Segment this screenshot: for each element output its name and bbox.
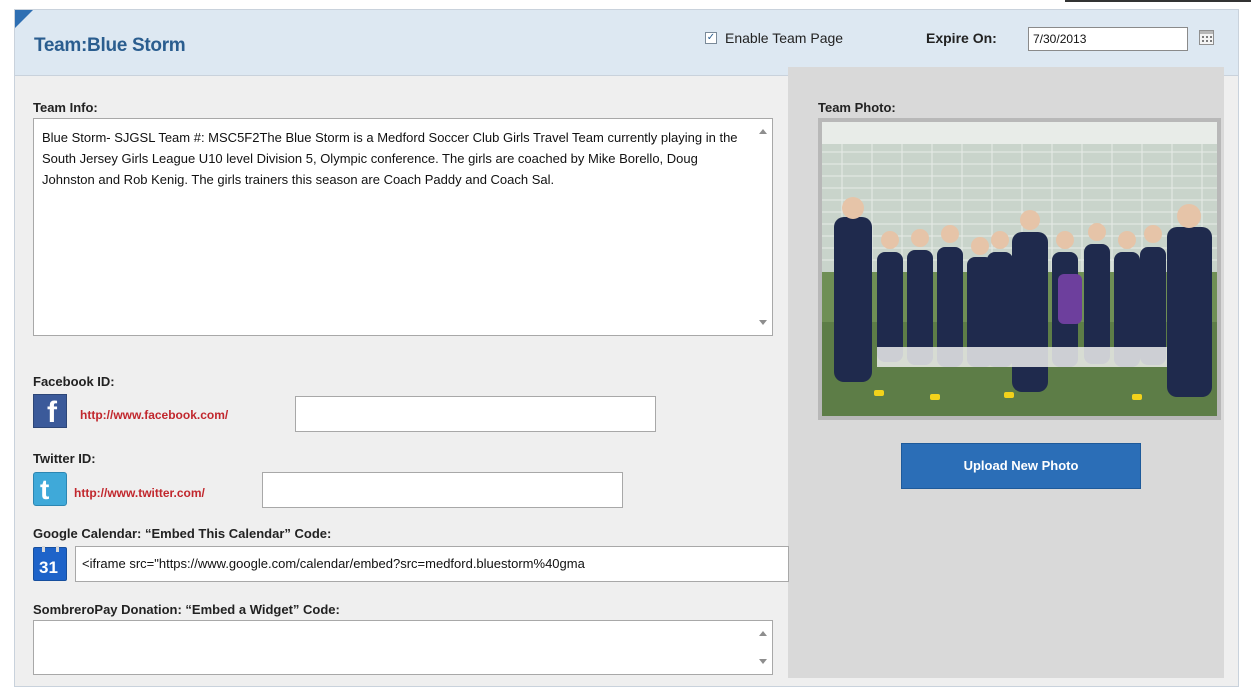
team-photo-frame [818,118,1221,420]
team-info-text: Blue Storm- SJGSL Team #: MSC5F2The Blue… [42,130,738,187]
team-title: Team:Blue Storm [34,35,186,56]
enable-team-page-checkbox[interactable]: ✓ [705,32,717,44]
upload-new-photo-button[interactable]: Upload New Photo [901,443,1141,489]
expire-date-input[interactable] [1028,27,1188,51]
donation-label: SombreroPay Donation: “Embed a Widget” C… [33,602,340,617]
google-calendar-icon: 31 [33,546,67,581]
donation-scrollbar[interactable] [754,621,772,674]
google-calendar-icon-number: 31 [39,558,58,577]
enable-team-page-label: Enable Team Page [725,30,844,46]
google-calendar-embed-input[interactable]: <iframe src="https://www.google.com/cale… [75,546,789,582]
enable-team-page-toggle[interactable]: ✓ Enable Team Page [705,30,843,46]
facebook-url-prefix: http://www.facebook.com/ [80,408,229,422]
team-info-label: Team Info: [33,100,98,115]
team-photo [822,122,1217,416]
twitter-id-label: Twitter ID: [33,451,96,466]
donation-embed-textarea[interactable] [33,620,773,675]
scroll-up-icon[interactable] [759,129,767,134]
corner-accent [15,10,33,28]
calendar-icon[interactable] [1199,30,1214,45]
facebook-icon: f [33,394,67,429]
team-photo-label: Team Photo: [818,100,896,115]
top-tab-edge [1065,0,1251,2]
facebook-id-label: Facebook ID: [33,374,115,389]
team-info-textarea[interactable]: Blue Storm- SJGSL Team #: MSC5F2The Blue… [33,118,773,336]
team-info-scrollbar[interactable] [754,119,772,335]
scroll-down-icon[interactable] [759,320,767,325]
twitter-url-prefix: http://www.twitter.com/ [74,486,205,500]
scroll-down-icon[interactable] [759,659,767,664]
google-calendar-label: Google Calendar: “Embed This Calendar” C… [33,526,332,541]
expire-on-label: Expire On: [926,30,997,46]
twitter-icon: t [33,472,67,506]
scroll-up-icon[interactable] [759,631,767,636]
twitter-id-input[interactable] [262,472,623,508]
facebook-id-input[interactable] [295,396,656,432]
